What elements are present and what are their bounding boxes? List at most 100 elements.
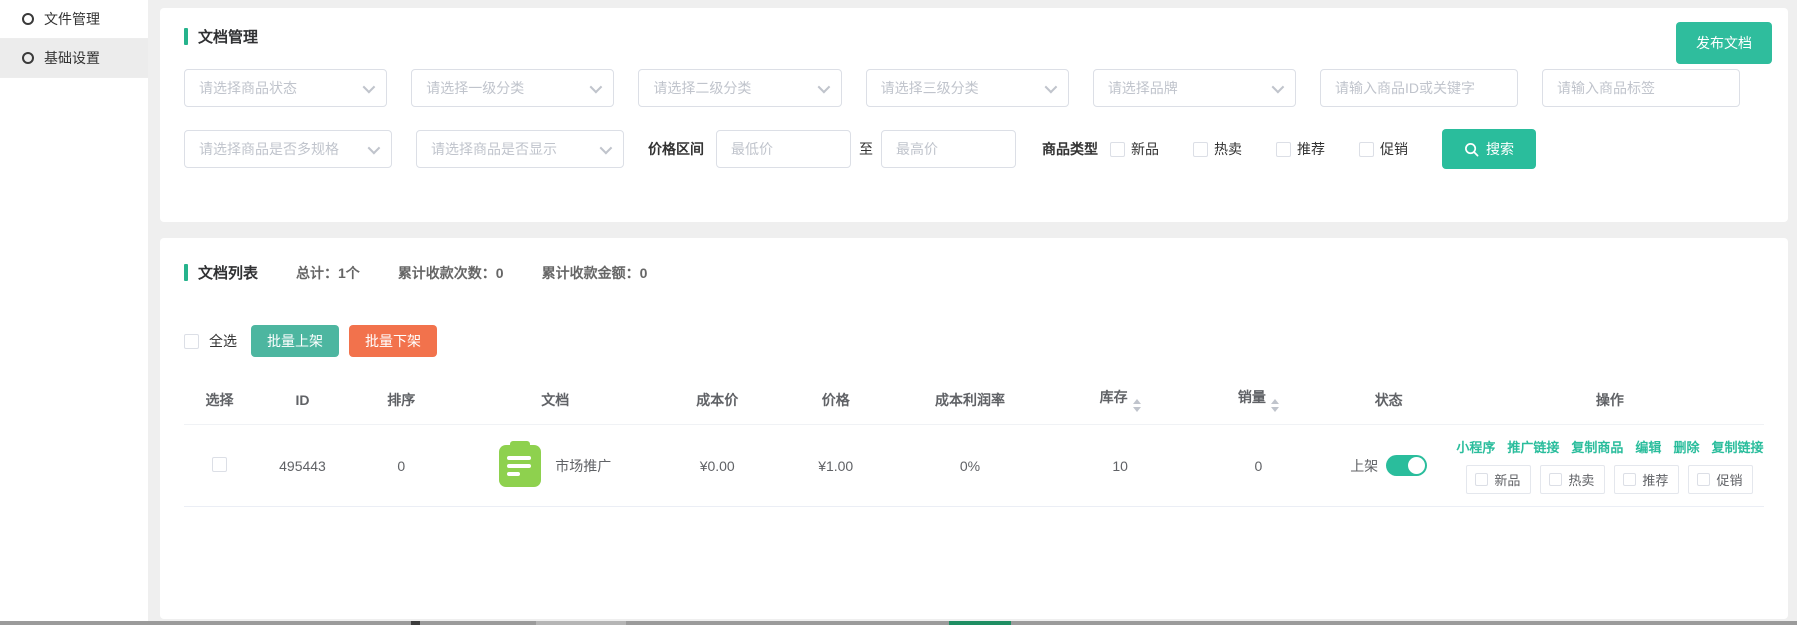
chevron-down-icon [1272, 80, 1285, 93]
row-checkbox[interactable] [212, 457, 227, 472]
main-content: 文档管理 发布文档 请选择商品状态 请选择一级分类 请选择二级分类 请选择三级分… [148, 0, 1797, 621]
mini-program-link[interactable]: 小程序 [1456, 437, 1495, 456]
publish-doc-button[interactable]: 发布文档 [1676, 22, 1772, 64]
filter-row-1: 请选择商品状态 请选择一级分类 请选择二级分类 请选择三级分类 请选择品牌 [184, 69, 1764, 107]
sort-arrows-icon[interactable] [1133, 399, 1141, 412]
header-doc: 文档 [453, 375, 658, 425]
header-status: 状态 [1322, 375, 1456, 425]
row-operations: 小程序 推广链接 复制商品 编辑 删除 复制链接 新品 [1460, 437, 1760, 494]
row-cost: ¥0.00 [658, 425, 777, 507]
min-price-input[interactable] [716, 130, 851, 168]
circle-icon [22, 52, 34, 64]
select-placeholder: 请选择商品是否显示 [431, 139, 557, 159]
checkbox-label: 推荐 [1297, 139, 1325, 159]
bottom-bar-light-segment [536, 621, 626, 625]
search-button-label: 搜索 [1486, 139, 1514, 159]
tag-label: 促销 [1716, 470, 1742, 489]
checkbox-new[interactable]: 新品 [1110, 139, 1159, 159]
product-type-label: 商品类型 [1042, 139, 1098, 159]
checkbox-icon[interactable] [1276, 142, 1291, 157]
header-select: 选择 [184, 375, 255, 425]
header-sales-label: 销量 [1238, 389, 1266, 405]
panel-title-row: 文档管理 [184, 26, 1764, 47]
select-category-level2[interactable]: 请选择二级分类 [638, 69, 841, 107]
price-range-label: 价格区间 [648, 139, 704, 159]
row-tag-checkboxes: 新品 热卖 推荐 [1466, 465, 1753, 494]
accent-bar [184, 264, 188, 281]
copy-link-link[interactable]: 复制链接 [1711, 437, 1763, 456]
status-cell: 上架 [1326, 455, 1452, 476]
header-sort: 排序 [350, 375, 453, 425]
batch-on-shelf-button[interactable]: 批量上架 [251, 325, 339, 357]
select-brand[interactable]: 请选择品牌 [1093, 69, 1296, 107]
checkbox-icon[interactable] [1475, 473, 1488, 486]
copy-product-link[interactable]: 复制商品 [1571, 437, 1623, 456]
chevron-down-icon [600, 141, 613, 154]
checkbox-label: 促销 [1380, 139, 1408, 159]
max-price-input[interactable] [881, 130, 1016, 168]
row-id: 495443 [255, 425, 350, 507]
row-sales: 0 [1195, 425, 1321, 507]
batch-off-shelf-button[interactable]: 批量下架 [349, 325, 437, 357]
row-stock: 10 [1045, 425, 1195, 507]
table-row: 495443 0 市场推广 ¥0.00 ¥1.00 0% 10 [184, 425, 1764, 507]
promo-link-link[interactable]: 推广链接 [1507, 437, 1559, 456]
select-all-checkbox[interactable] [184, 334, 199, 349]
chevron-down-icon [1044, 80, 1057, 93]
checkbox-hot[interactable]: 热卖 [1193, 139, 1242, 159]
clipboard-list-icon [499, 445, 541, 487]
sort-arrows-icon[interactable] [1271, 399, 1279, 412]
list-header-row: 文档列表 总计：1个 累计收款次数：0 累计收款金额：0 [184, 262, 1764, 283]
select-placeholder: 请选择三级分类 [881, 78, 979, 98]
chevron-down-icon [817, 80, 830, 93]
sidebar-item-file-management[interactable]: 文件管理 [0, 0, 148, 39]
filter-row-2: 请选择商品是否多规格 请选择商品是否显示 价格区间 至 商品类型 新品 热卖 [184, 129, 1764, 169]
checkbox-icon[interactable] [1623, 473, 1636, 486]
checkbox-icon[interactable] [1549, 473, 1562, 486]
to-label: 至 [859, 139, 873, 159]
stat-total: 总计：1个 [296, 263, 360, 283]
row-checkbox-new[interactable]: 新品 [1466, 465, 1531, 494]
select-placeholder: 请选择二级分类 [653, 78, 751, 98]
product-tag-input[interactable] [1542, 69, 1740, 107]
status-toggle[interactable] [1386, 455, 1427, 476]
stat-payment-amount: 累计收款金额：0 [542, 263, 648, 283]
header-stock-label: 库存 [1100, 389, 1128, 405]
header-cost: 成本价 [658, 375, 777, 425]
checkbox-icon[interactable] [1193, 142, 1208, 157]
sidebar-item-basic-settings[interactable]: 基础设置 [0, 39, 148, 78]
product-id-keyword-input[interactable] [1320, 69, 1518, 107]
checkbox-promo[interactable]: 促销 [1359, 139, 1408, 159]
doc-table: 选择 ID 排序 文档 成本价 价格 成本利润率 库存 销量 状态 操作 [184, 375, 1764, 507]
chevron-down-icon [590, 80, 603, 93]
doc-name: 市场推广 [555, 456, 611, 476]
tag-label: 新品 [1494, 470, 1520, 489]
row-checkbox-recommend[interactable]: 推荐 [1614, 465, 1679, 494]
circle-icon [22, 13, 34, 25]
bottom-bar-dark-segment [411, 621, 420, 625]
select-category-level1[interactable]: 请选择一级分类 [411, 69, 614, 107]
checkbox-icon[interactable] [1110, 142, 1125, 157]
sidebar: 文件管理 基础设置 [0, 0, 148, 621]
select-placeholder: 请选择商品状态 [199, 78, 297, 98]
select-visible[interactable]: 请选择商品是否显示 [416, 130, 624, 168]
select-multi-spec[interactable]: 请选择商品是否多规格 [184, 130, 392, 168]
search-button[interactable]: 搜索 [1442, 129, 1536, 169]
row-sort: 0 [350, 425, 453, 507]
row-checkbox-hot[interactable]: 热卖 [1540, 465, 1605, 494]
select-product-status[interactable]: 请选择商品状态 [184, 69, 387, 107]
checkbox-icon[interactable] [1697, 473, 1710, 486]
header-price: 价格 [776, 375, 895, 425]
select-placeholder: 请选择品牌 [1108, 78, 1178, 98]
select-category-level3[interactable]: 请选择三级分类 [866, 69, 1069, 107]
header-id: ID [255, 375, 350, 425]
header-margin: 成本利润率 [895, 375, 1045, 425]
sidebar-item-label: 文件管理 [44, 9, 100, 29]
checkbox-label: 热卖 [1214, 139, 1242, 159]
edit-link[interactable]: 编辑 [1635, 437, 1661, 456]
chevron-down-icon [363, 80, 376, 93]
checkbox-recommend[interactable]: 推荐 [1276, 139, 1325, 159]
row-checkbox-promo[interactable]: 促销 [1688, 465, 1753, 494]
delete-link[interactable]: 删除 [1673, 437, 1699, 456]
checkbox-icon[interactable] [1359, 142, 1374, 157]
